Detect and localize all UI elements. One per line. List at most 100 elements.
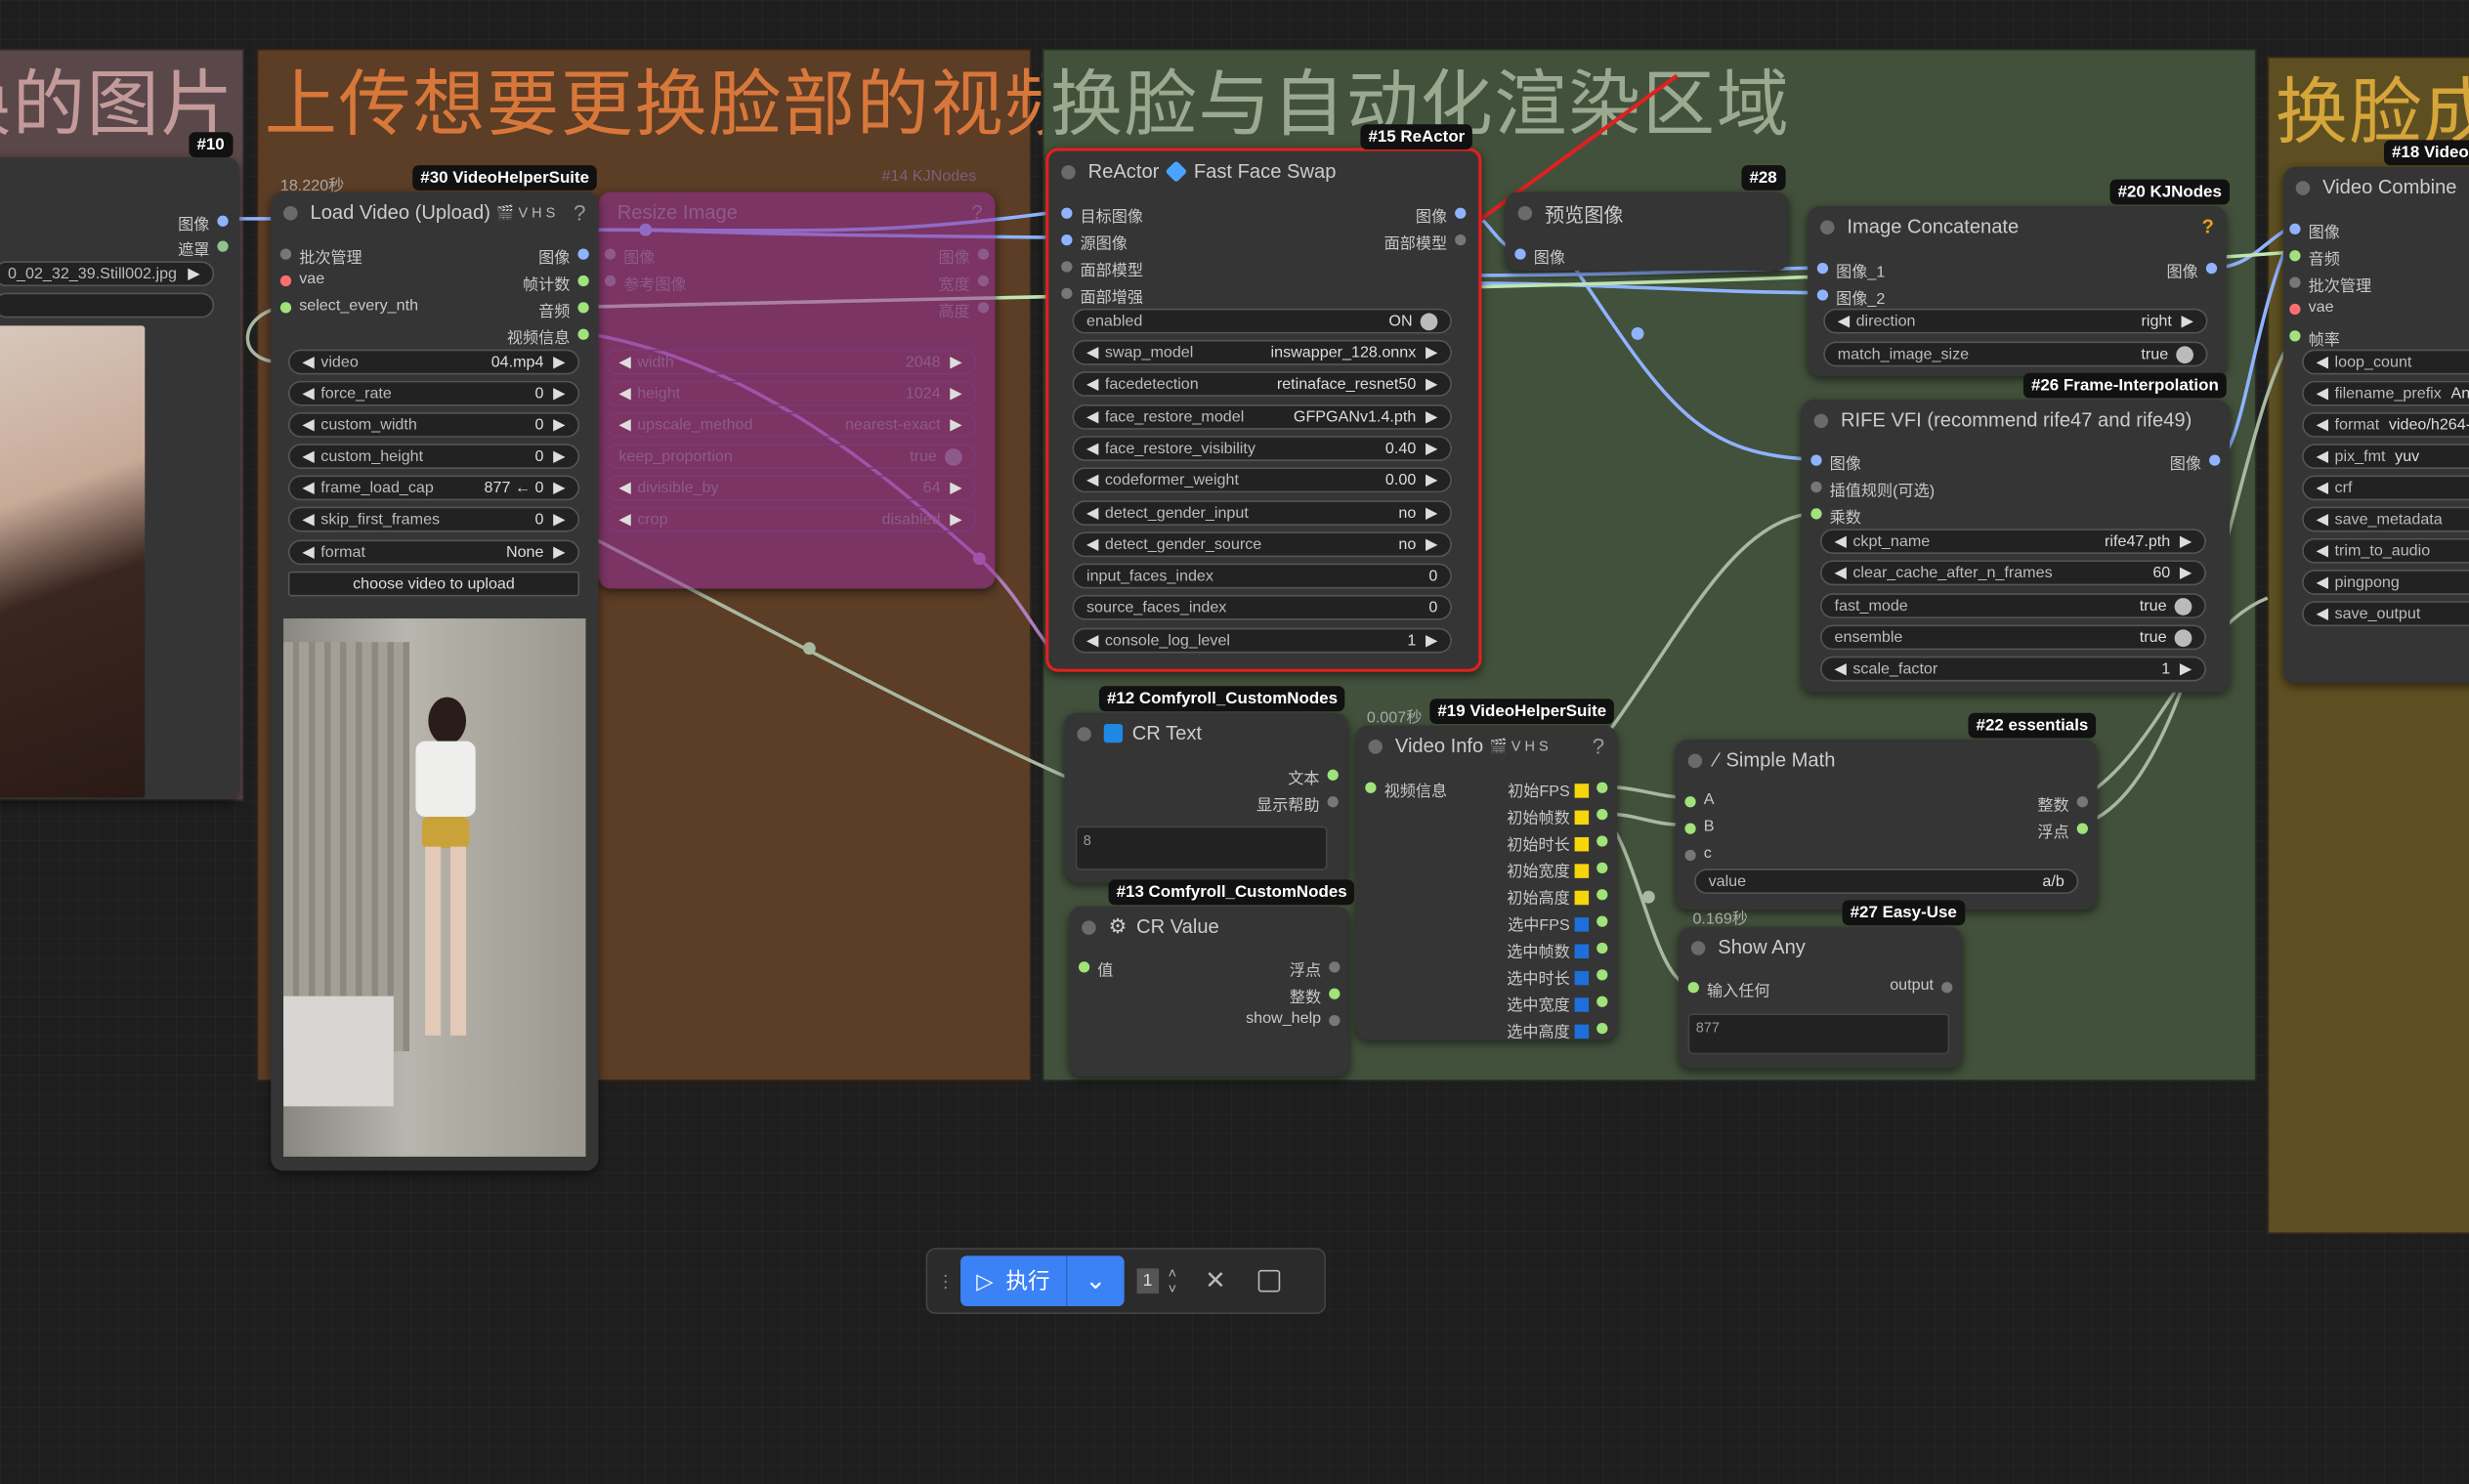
node-header[interactable]: ReActor Fast Face Swap xyxy=(1048,151,1478,192)
load-image-node[interactable]: 图像 遮罩 0_02_32_39.Still002.jpg ▶ xyxy=(0,157,239,800)
custom-width-input[interactable]: ◀ custom_width 0 ▶ xyxy=(287,412,580,438)
combine-widget-6[interactable]: ◀ trim_to_audio xyxy=(2302,537,2469,564)
batch-count-stepper[interactable]: 1 ˄ ˅ xyxy=(1136,1265,1176,1296)
image-concatenate-node[interactable]: Image Concatenate ? 图像_1 图像_2 图像 ◀ direct… xyxy=(1808,206,2227,376)
width-input[interactable]: ◀ width 2048 ▶ xyxy=(604,349,977,375)
output-image[interactable]: 图像 xyxy=(2170,450,2221,474)
output-int[interactable]: 整数 xyxy=(1290,984,1341,1007)
cr-value-node[interactable]: ⚙ CR Value 值 浮点 整数 show_help xyxy=(1069,906,1350,1077)
output-6[interactable]: 选中帧数 xyxy=(1507,938,1608,961)
output-1[interactable]: 初始帧数 xyxy=(1507,804,1608,827)
custom-height-input[interactable]: ◀ custom_height 0 ▶ xyxy=(287,444,580,470)
upload-video-button[interactable]: choose video to upload xyxy=(287,571,580,597)
force-rate-input[interactable]: ◀ force_rate 0 ▶ xyxy=(287,380,580,406)
combine-widget-0[interactable]: ◀ loop_count xyxy=(2302,349,2469,375)
run-button[interactable]: ▷ 执行 xyxy=(960,1255,1066,1306)
output-image[interactable]: 图像 xyxy=(538,244,589,268)
input-face-boost[interactable]: 面部增强 xyxy=(1061,283,1143,307)
input-any[interactable]: 输入任何 xyxy=(1687,977,1769,1000)
input-c[interactable]: c xyxy=(1684,845,1712,863)
collapse-dot[interactable] xyxy=(2295,180,2311,194)
input-interpolation-rule[interactable]: 插值规则(可选) xyxy=(1810,477,1935,500)
keep-proportion-toggle[interactable]: keep_proportion true xyxy=(604,444,977,470)
output-frame-count[interactable]: 帧计数 xyxy=(523,271,589,294)
collapse-dot[interactable] xyxy=(1061,164,1076,179)
input-audio[interactable]: 音频 xyxy=(2289,245,2340,269)
reactor-node[interactable]: ReActor Fast Face Swap 目标图像 源图像 面部模型 面部增… xyxy=(1045,148,1482,672)
facedetection-select[interactable]: ◀ facedetection retinaface_resnet50 ▶ xyxy=(1072,371,1452,397)
output-show-help[interactable]: show_help xyxy=(1246,1010,1341,1028)
detect-gender-source-select[interactable]: ◀ detect_gender_source no ▶ xyxy=(1072,531,1452,558)
output-7[interactable]: 选中时长 xyxy=(1507,964,1608,989)
output-5[interactable]: 选中FPS xyxy=(1508,912,1609,935)
collapse-dot[interactable] xyxy=(1687,752,1703,768)
output-video-info[interactable]: 视频信息 xyxy=(507,324,589,348)
help-icon[interactable]: ? xyxy=(1593,734,1605,759)
stop-icon[interactable] xyxy=(1256,1269,1280,1293)
input-b[interactable]: B xyxy=(1684,819,1715,835)
output-float[interactable]: 浮点 xyxy=(2037,819,2088,842)
help-icon[interactable]: ? xyxy=(971,201,982,224)
input-reference[interactable]: 参考图像 xyxy=(604,271,687,294)
output-audio[interactable]: 音频 xyxy=(538,297,589,321)
output-image[interactable]: 图像 xyxy=(178,211,229,234)
match-image-size-toggle[interactable]: match_image_size true xyxy=(1823,341,2208,367)
combine-widget-4[interactable]: ◀ crf xyxy=(2302,475,2469,501)
output-2[interactable]: 初始时长 xyxy=(1507,831,1608,855)
enabled-toggle[interactable]: enabled ON xyxy=(1072,308,1452,334)
output-3[interactable]: 初始宽度 xyxy=(1507,858,1608,881)
collapse-dot[interactable] xyxy=(1820,219,1835,234)
output-int[interactable]: 整数 xyxy=(2037,791,2088,815)
node-header[interactable]: CR Text xyxy=(1064,713,1347,754)
divisible-by-input[interactable]: ◀ divisible_by 64 ▶ xyxy=(604,475,977,501)
collapse-dot[interactable] xyxy=(1082,919,1096,935)
frame-load-cap-input[interactable]: ◀ frame_load_cap 877 ← 0 ▶ xyxy=(287,475,580,501)
output-height[interactable]: 高度 xyxy=(939,297,990,321)
crop-select[interactable]: ◀ crop disabled ▶ xyxy=(604,506,977,532)
input-image-1[interactable]: 图像_1 xyxy=(1816,258,1885,281)
output-image[interactable]: 图像 xyxy=(1416,203,1467,227)
cr-text-node[interactable]: CR Text 文本 显示帮助 8 xyxy=(1064,712,1348,883)
simple-math-node[interactable]: ⁄ Simple Math A B c 整数 浮点 value a/b xyxy=(1675,740,2098,911)
input-images[interactable]: 图像 xyxy=(2289,219,2340,242)
input-face-model[interactable]: 面部模型 xyxy=(1061,257,1143,280)
combine-widget-5[interactable]: ◀ save_metadata xyxy=(2302,506,2469,532)
input-faces-index-field[interactable]: input_faces_index 0 xyxy=(1072,563,1452,589)
input-image[interactable]: 图像 xyxy=(1810,450,1861,474)
output-0[interactable]: 初始FPS xyxy=(1508,778,1609,801)
output-9[interactable]: 选中高度 xyxy=(1507,1018,1608,1041)
face-restore-visibility-input[interactable]: ◀ face_restore_visibility 0.40 ▶ xyxy=(1072,436,1452,461)
input-video-info[interactable]: 视频信息 xyxy=(1365,778,1447,801)
node-header[interactable]: Load Video (Upload) 🎬 V H S ? xyxy=(271,192,598,233)
stepper-arrows-icon[interactable]: ˄ ˅ xyxy=(1169,1265,1176,1296)
input-image[interactable]: 图像 xyxy=(604,244,655,268)
help-icon[interactable]: ? xyxy=(2202,216,2214,238)
load-video-node[interactable]: Load Video (Upload) 🎬 V H S ? 批次管理 vae s… xyxy=(271,191,599,1171)
output-image[interactable]: 图像 xyxy=(939,244,990,268)
input-image[interactable]: 图像 xyxy=(1514,244,1565,268)
ensemble-toggle[interactable]: ensemble true xyxy=(1820,624,2206,651)
combine-widget-8[interactable]: ◀ save_output xyxy=(2302,601,2469,627)
output-4[interactable]: 初始高度 xyxy=(1507,884,1608,908)
upscale-method-select[interactable]: ◀ upscale_method nearest-exact ▶ xyxy=(604,412,977,438)
node-header[interactable]: Video Combine xyxy=(2283,167,2469,208)
input-multiplier[interactable]: 乘数 xyxy=(1810,503,1861,528)
collapse-dot[interactable] xyxy=(1517,205,1533,220)
console-log-level-input[interactable]: ◀ console_log_level 1 ▶ xyxy=(1072,627,1452,654)
output-width[interactable]: 宽度 xyxy=(939,271,990,294)
input-batch-manager[interactable]: 批次管理 xyxy=(2289,273,2371,296)
output-show-help[interactable]: 显示帮助 xyxy=(1256,791,1339,815)
video-combine-node[interactable]: Video Combine 图像 音频 批次管理 vae 帧率 ◀ loop_co… xyxy=(2282,166,2469,684)
swap-model-select[interactable]: ◀ swap_model inswapper_128.onnx ▶ xyxy=(1072,339,1452,365)
fast-mode-toggle[interactable]: fast_mode true xyxy=(1820,593,2206,619)
run-toolbar[interactable]: ⋮ ▷ 执行 ⌄ 1 ˄ ˅ ✕ xyxy=(925,1248,1326,1315)
output-image[interactable]: 图像 xyxy=(2167,258,2218,281)
node-header[interactable]: RIFE VFI (recommend rife47 and rife49) xyxy=(1802,400,2230,441)
input-target-image[interactable]: 目标图像 xyxy=(1061,203,1143,227)
detect-gender-input-select[interactable]: ◀ detect_gender_input no ▶ xyxy=(1072,500,1452,527)
image-file-select[interactable]: 0_02_32_39.Still002.jpg ▶ xyxy=(0,261,215,287)
run-options-dropdown[interactable]: ⌄ xyxy=(1065,1255,1125,1306)
input-vae[interactable]: vae xyxy=(279,271,324,288)
output-mask[interactable]: 遮罩 xyxy=(178,236,229,260)
output-face-model[interactable]: 面部模型 xyxy=(1384,230,1467,253)
